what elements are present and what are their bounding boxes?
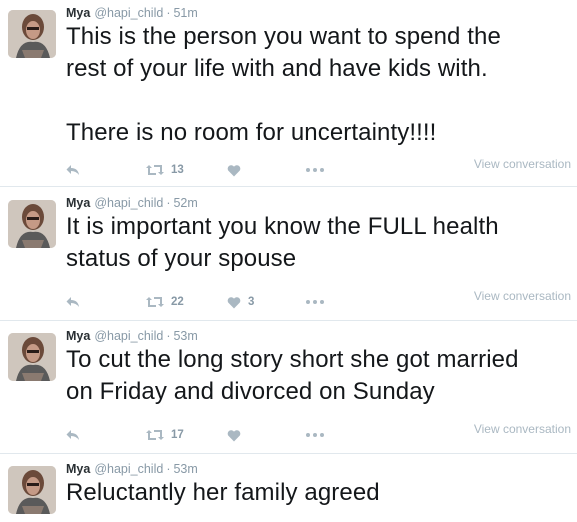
like-button[interactable] bbox=[227, 426, 248, 444]
avatar[interactable] bbox=[8, 333, 56, 381]
tweet-actions: 22 3 bbox=[66, 293, 346, 311]
retweet-icon bbox=[146, 165, 164, 175]
tweet-timeline: Mya @hapi_child · 51m This is the person yo… bbox=[0, 0, 577, 522]
heart-icon bbox=[227, 296, 241, 308]
retweet-icon bbox=[146, 297, 164, 307]
retweet-count: 22 bbox=[171, 296, 184, 308]
author-handle[interactable]: @hapi_child bbox=[94, 6, 163, 20]
reply-icon bbox=[66, 297, 79, 307]
more-button[interactable] bbox=[306, 426, 324, 444]
tweet[interactable]: Mya @hapi_child · 52m It is important you k… bbox=[0, 190, 577, 321]
view-conversation-link[interactable]: View conversation bbox=[474, 157, 571, 171]
avatar[interactable] bbox=[8, 200, 56, 248]
separator: · bbox=[166, 329, 171, 343]
heart-icon bbox=[227, 429, 241, 441]
separator: · bbox=[166, 462, 171, 476]
tweet[interactable]: Mya @hapi_child · 53m To cut the long story… bbox=[0, 323, 577, 454]
author-handle[interactable]: @hapi_child bbox=[94, 462, 163, 476]
reply-icon bbox=[66, 165, 79, 175]
like-button[interactable]: 3 bbox=[227, 293, 254, 311]
reply-icon bbox=[66, 430, 79, 440]
retweet-button[interactable]: 17 bbox=[146, 426, 184, 444]
tweet-timestamp[interactable]: 51m bbox=[173, 6, 197, 20]
avatar[interactable] bbox=[8, 466, 56, 514]
tweet-actions: 13 bbox=[66, 161, 346, 179]
more-icon bbox=[306, 433, 324, 437]
retweet-icon bbox=[146, 430, 164, 440]
view-conversation-link[interactable]: View conversation bbox=[474, 422, 571, 436]
tweet-header: Mya @hapi_child · 53m bbox=[66, 328, 198, 344]
author-name[interactable]: Mya bbox=[66, 462, 90, 476]
retweet-button[interactable]: 13 bbox=[146, 161, 184, 179]
tweet[interactable]: Mya @hapi_child · 51m This is the person yo… bbox=[0, 0, 577, 187]
tweet[interactable]: Mya @hapi_child · 53m Reluctantly her famil… bbox=[0, 456, 577, 522]
tweet-header: Mya @hapi_child · 53m bbox=[66, 461, 198, 477]
retweet-button[interactable]: 22 bbox=[146, 293, 184, 311]
tweet-actions: 17 bbox=[66, 426, 346, 444]
author-handle[interactable]: @hapi_child bbox=[94, 329, 163, 343]
reply-button[interactable] bbox=[66, 293, 80, 311]
more-icon bbox=[306, 300, 324, 304]
tweet-text: It is important you know the FULL health… bbox=[66, 213, 499, 272]
tweet-header: Mya @hapi_child · 52m bbox=[66, 195, 198, 211]
author-name[interactable]: Mya bbox=[66, 196, 90, 210]
author-handle[interactable]: @hapi_child bbox=[94, 196, 163, 210]
tweet-header: Mya @hapi_child · 51m bbox=[66, 5, 198, 21]
reply-button[interactable] bbox=[66, 161, 80, 179]
tweet-timestamp[interactable]: 52m bbox=[173, 196, 197, 210]
separator: · bbox=[166, 196, 171, 210]
like-button[interactable] bbox=[227, 161, 248, 179]
view-conversation-link[interactable]: View conversation bbox=[474, 289, 571, 303]
author-name[interactable]: Mya bbox=[66, 6, 90, 20]
author-name[interactable]: Mya bbox=[66, 329, 90, 343]
more-button[interactable] bbox=[306, 293, 324, 311]
retweet-count: 17 bbox=[171, 429, 184, 441]
more-icon bbox=[306, 168, 324, 172]
tweet-text: To cut the long story short she got marr… bbox=[66, 346, 519, 405]
tweet-timestamp[interactable]: 53m bbox=[173, 329, 197, 343]
more-button[interactable] bbox=[306, 161, 324, 179]
tweet-timestamp[interactable]: 53m bbox=[173, 462, 197, 476]
avatar[interactable] bbox=[8, 10, 56, 58]
heart-icon bbox=[227, 164, 241, 176]
like-count: 3 bbox=[248, 296, 255, 308]
separator: · bbox=[166, 6, 171, 20]
retweet-count: 13 bbox=[171, 164, 184, 176]
tweet-text: Reluctantly her family agreed bbox=[66, 479, 380, 506]
reply-button[interactable] bbox=[66, 426, 80, 444]
tweet-text: This is the person you want to spend the… bbox=[66, 23, 501, 146]
